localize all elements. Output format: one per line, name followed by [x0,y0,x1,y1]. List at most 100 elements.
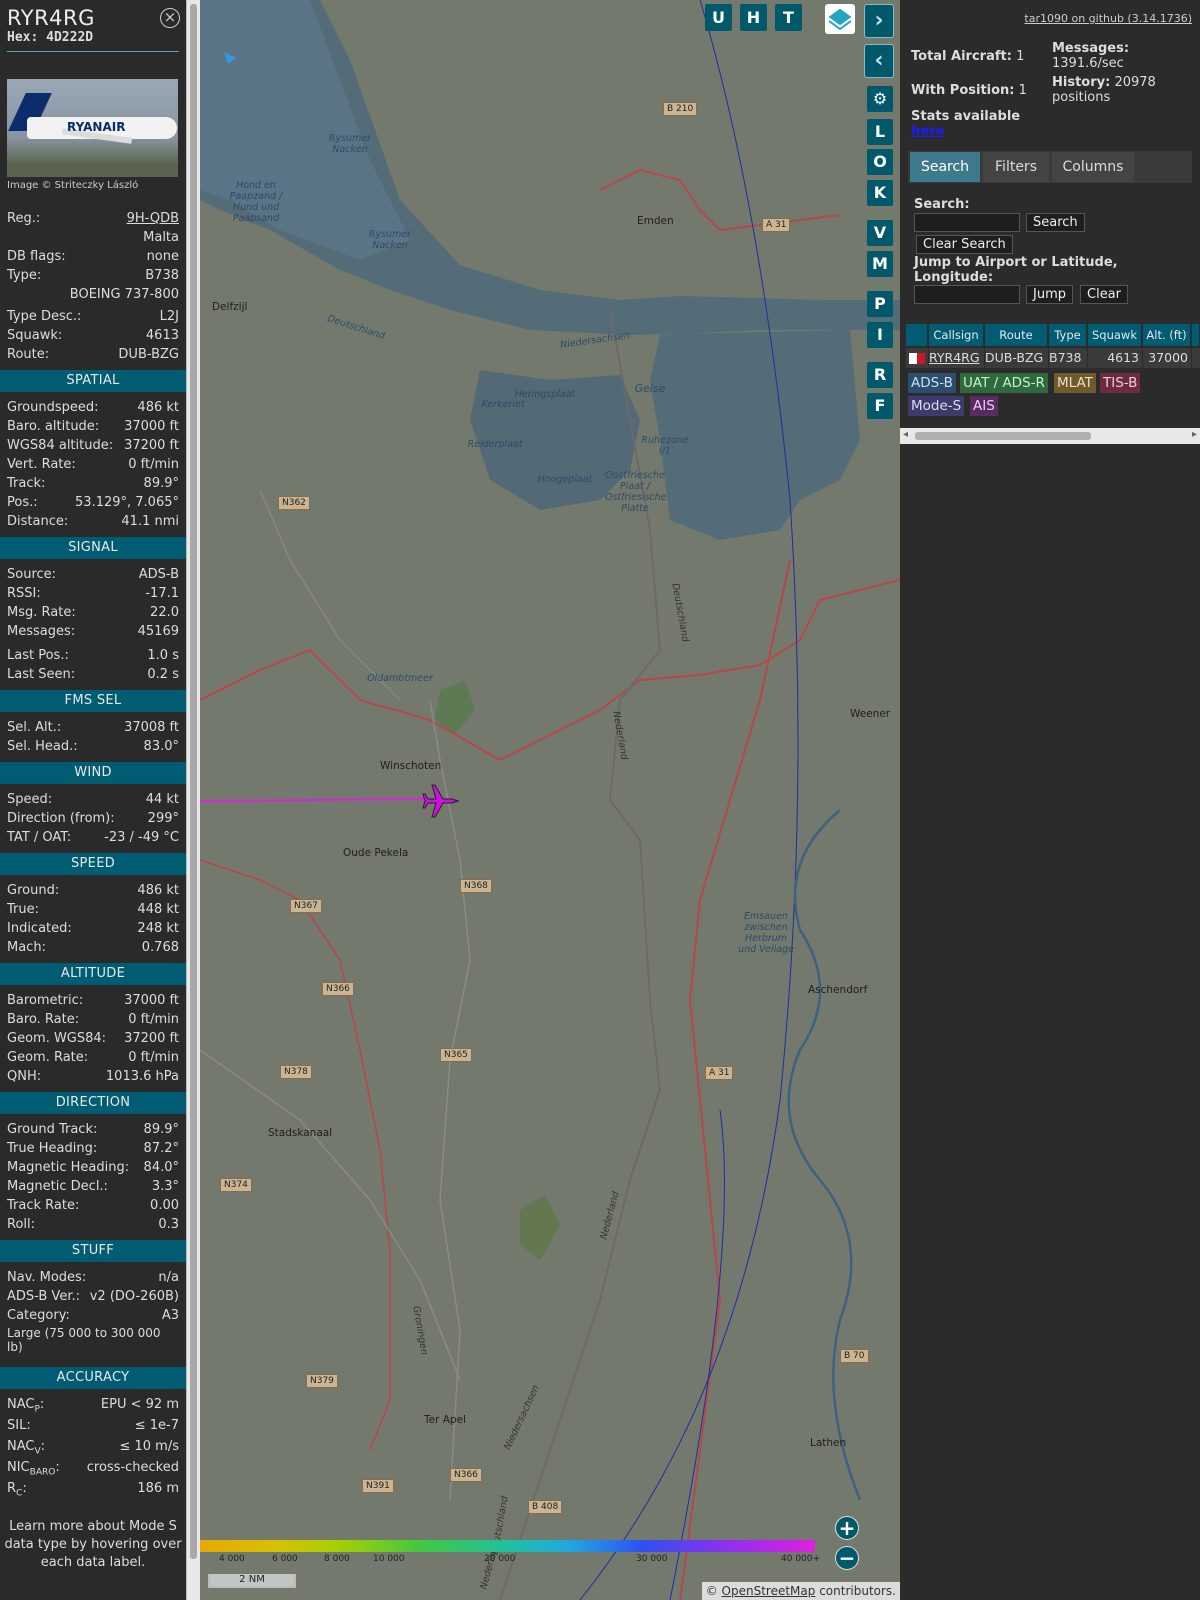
detail-label: Barometric: [7,993,84,1008]
detail-row: TAT / OAT: -23 / -49 °C [0,828,186,847]
column-header-callsign[interactable]: Callsign [929,324,984,346]
water-kerkeriet: Kerkeriet [481,399,525,410]
prev-panel-button[interactable]: ‹ [864,44,894,78]
detail-value: 45169 [137,624,179,639]
jump-button[interactable]: Jump [1026,285,1073,304]
column-header-more[interactable] [1192,324,1200,346]
toggle-v-button[interactable]: V [867,220,893,246]
water-oldambtmeer: Oldambtmeer [367,673,433,684]
tab-filters[interactable]: Filters [983,152,1049,182]
place-ter-apel: Ter Apel [424,1414,466,1426]
toggle-h-button[interactable]: H [740,4,767,31]
map-view[interactable]: Emden Delfzijl Winschoten Oude Pekela We… [200,0,900,1600]
github-link[interactable]: tar1090 on github (3.14.1736) [1024,12,1192,25]
scroll-left-icon[interactable]: ◂ [903,429,908,440]
close-icon[interactable]: × [160,8,180,28]
detail-value: 0.768 [141,940,179,955]
toggle-i-button[interactable]: I [867,322,893,348]
tab-search[interactable]: Search [910,152,980,182]
map-canvas [200,0,900,1600]
column-header-type[interactable]: Type [1049,324,1087,346]
registration-link[interactable]: 9H-QDB [127,209,179,228]
search-button[interactable]: Search [1026,213,1085,232]
detail-value: 486 kt [137,883,179,898]
detail-row: True Heading: 87.2° [0,1139,186,1158]
detail-value: 22.0 [150,605,179,620]
detail-label: Sel. Alt.: [7,720,62,735]
detail-label: Ground Track: [7,1122,98,1137]
table-scroll-thumb[interactable] [915,432,1091,440]
flag-column-header[interactable] [906,324,928,346]
column-header-route[interactable]: Route [985,324,1048,346]
typedesc-row: Type Desc.: L2J [7,309,179,324]
sidebar-scroll-thumb[interactable] [190,4,197,1559]
toggle-m-button[interactable]: M [867,251,893,277]
detail-value: 0 ft/min [128,1012,179,1027]
osm-link[interactable]: OpenStreetMap [722,1584,816,1598]
detail-row: Baro. altitude: 37000 ft [0,417,186,436]
table-horizontal-scrollbar[interactable]: ◂ ▸ [900,428,1200,444]
section-speed: SPEED [0,853,186,875]
clear-search-button[interactable]: Clear Search [916,235,1013,254]
toggle-o-button[interactable]: O [867,149,893,175]
detail-row: Speed: 44 kt [0,790,186,809]
detail-value: 0 ft/min [128,457,179,472]
route-row: Route: DUB-BZG [7,347,179,362]
detail-label: ADS-B Ver.: [7,1289,80,1304]
search-input[interactable] [914,213,1020,232]
column-header-alt[interactable]: Alt. (ft) [1143,324,1191,346]
toggle-f-button[interactable]: F [867,393,893,419]
next-panel-button[interactable]: › [864,4,894,38]
sidebar-scrollbar[interactable] [186,0,200,1600]
detail-row: Messages: 45169 [0,622,186,641]
section-wind: WIND [0,762,186,784]
row-type: B738 [1049,348,1087,368]
detail-label: Geom. WGS84: [7,1031,107,1046]
detail-label: Track: [7,476,46,491]
detail-value: v2 (DO-260B) [89,1289,179,1304]
aircraft-detail-sidebar: RYR4RG Hex: 4D222D × RYANAIR Image © Str… [0,0,186,1600]
jump-input[interactable] [914,285,1020,304]
road-n362: N362 [278,496,310,510]
detail-label: Baro. altitude: [7,419,100,434]
scroll-right-icon[interactable]: ▸ [1192,429,1197,440]
zoom-in-button[interactable]: + [835,1516,859,1540]
malta-flag-icon [906,348,928,368]
row-alt: 37000 [1143,348,1191,368]
toggle-l-button[interactable]: L [867,119,893,145]
stats-here-link[interactable]: here [911,124,944,139]
zoom-out-button[interactable]: − [835,1546,859,1570]
alt-scale-label: 8 000 [324,1554,350,1564]
toggle-p-button[interactable]: P [867,291,893,317]
aircraft-marker-icon[interactable] [422,781,462,821]
detail-row: Groundspeed: 486 kt [0,398,186,417]
history-stat: History: 20978 positions [1052,75,1156,105]
column-header-squawk[interactable]: Squawk [1088,324,1142,346]
detail-row: True: 448 kt [0,900,186,919]
detail-value: ADS-B [138,567,179,582]
tab-columns[interactable]: Columns [1052,152,1134,182]
detail-row: Source: ADS-B [0,565,186,584]
learn-more-text: Learn more about Mode S data type by hov… [4,1519,182,1570]
road-a31-1: A 31 [762,218,791,232]
toggle-r-button[interactable]: R [867,362,893,388]
toggle-u-button[interactable]: U [705,4,732,31]
toggle-t-button[interactable]: T [775,4,802,31]
clear-jump-button[interactable]: Clear [1080,285,1128,304]
layers-button[interactable] [825,4,855,34]
detail-value: 89.9° [143,476,179,491]
detail-value: 87.2° [143,1141,179,1156]
detail-row: Nav. Modes: n/a [0,1268,186,1287]
settings-button[interactable]: ⚙ [867,86,893,112]
row-callsign[interactable]: RYR4RG [929,348,984,368]
detail-row: Barometric: 37000 ft [0,991,186,1010]
detail-value: -17.1 [145,586,179,601]
source-badge: ADS-B [908,373,956,393]
detail-row: Sel. Head.: 83.0° [0,737,186,756]
type-row: Type: B738 [7,268,179,283]
panel-tabs: Search Filters Columns [908,151,1192,183]
detail-value: 1.0 s [147,648,179,663]
place-winschoten: Winschoten [380,760,442,772]
aircraft-photo[interactable]: RYANAIR [7,79,178,177]
toggle-k-button[interactable]: K [867,180,893,206]
